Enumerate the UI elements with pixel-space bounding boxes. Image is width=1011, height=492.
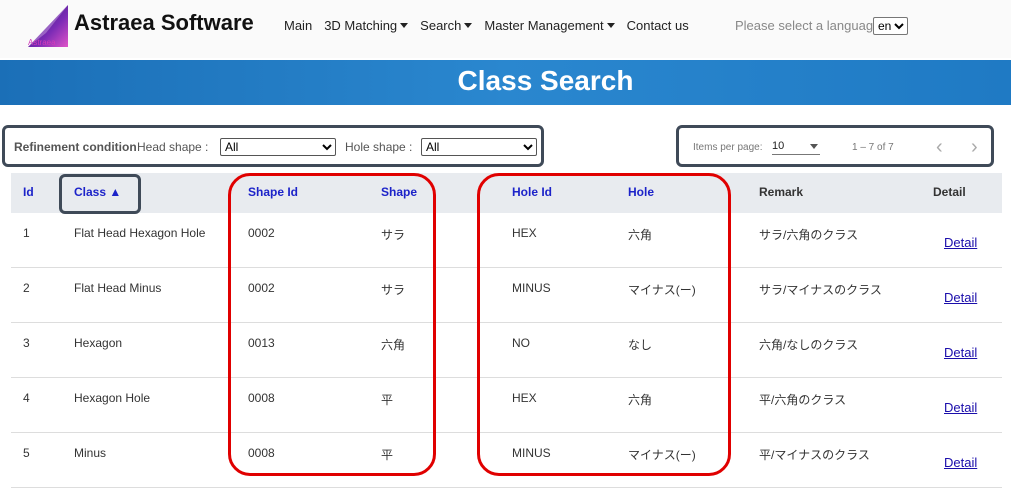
cell-shape-id: 0002 <box>248 226 275 240</box>
column-header-shape[interactable]: Shape <box>381 185 417 199</box>
head-shape-label: Head shape : <box>137 140 209 154</box>
cell-shape-id: 0008 <box>248 446 275 460</box>
cell-shape-id: 0002 <box>248 281 275 295</box>
caret-down-icon <box>400 23 409 28</box>
next-page-button[interactable]: › <box>971 136 978 159</box>
cell-id: 1 <box>23 226 30 240</box>
page-title: Class Search <box>457 65 634 96</box>
cell-shape: サラ <box>381 283 406 297</box>
detail-link[interactable]: Detail <box>944 235 977 250</box>
caret-down-icon[interactable] <box>810 144 818 149</box>
previous-page-button[interactable]: ‹ <box>936 136 943 159</box>
column-header-hole-id[interactable]: Hole Id <box>512 185 552 199</box>
nav-item-search[interactable]: Search <box>420 18 473 33</box>
main-nav: Main 3D Matching Search Master Managemen… <box>284 18 689 33</box>
cell-shape-id: 0008 <box>248 391 275 405</box>
table-row: 3 Hexagon 0013 六角 NO なし 六角/なしのクラス Detail <box>11 323 1002 378</box>
table-row: 2 Flat Head Minus 0002 サラ MINUS マイナス(ー) … <box>11 268 1002 323</box>
caret-down-icon <box>464 23 473 28</box>
column-header-id[interactable]: Id <box>23 185 34 199</box>
cell-class: Hexagon <box>74 336 123 350</box>
cell-remark: 平/マイナスのクラス <box>759 448 870 462</box>
cell-hole-id: NO <box>512 336 530 350</box>
cell-remark: 六角/なしのクラス <box>759 338 859 352</box>
cell-hole-id: MINUS <box>512 281 551 295</box>
paginator: Items per page: 10 1 – 7 of 7 ‹ › <box>676 125 994 167</box>
detail-link[interactable]: Detail <box>944 455 977 470</box>
language-select[interactable]: en <box>873 17 908 35</box>
cell-shape: サラ <box>381 228 406 242</box>
cell-id: 3 <box>23 336 30 350</box>
detail-link[interactable]: Detail <box>944 400 977 415</box>
cell-hole: マイナス(ー) <box>628 448 696 462</box>
column-header-shape-id[interactable]: Shape Id <box>248 185 298 199</box>
nav-item-master-management[interactable]: Master Management <box>484 18 615 33</box>
cell-hole: マイナス(ー) <box>628 283 696 297</box>
caret-down-icon <box>606 23 615 28</box>
head-shape-select[interactable]: All <box>220 138 336 156</box>
cell-remark: 平/六角のクラス <box>759 393 847 407</box>
cell-remark: サラ/マイナスのクラス <box>759 283 882 297</box>
cell-hole-id: MINUS <box>512 446 551 460</box>
cell-hole-id: HEX <box>512 391 537 405</box>
column-header-detail: Detail <box>933 185 966 199</box>
cell-id: 2 <box>23 281 30 295</box>
cell-shape: 平 <box>381 448 394 462</box>
table-header: Id Class ▲ Shape Id Shape Hole Id Hole R… <box>11 173 1002 213</box>
column-header-class[interactable]: Class ▲ <box>74 185 121 199</box>
cell-id: 4 <box>23 391 30 405</box>
cell-hole: 六角 <box>628 228 653 242</box>
column-header-remark: Remark <box>759 185 804 199</box>
refinement-title: Refinement condition <box>14 140 137 154</box>
language-prompt: Please select a language. <box>735 18 884 33</box>
cell-hole-id: HEX <box>512 226 537 240</box>
navbar: Astraea Astraea Software Main 3D Matchin… <box>0 0 1011 58</box>
logo-text: Astraea <box>28 38 56 47</box>
table-row: 4 Hexagon Hole 0008 平 HEX 六角 平/六角のクラス De… <box>11 378 1002 433</box>
detail-link[interactable]: Detail <box>944 345 977 360</box>
cell-shape-id: 0013 <box>248 336 275 350</box>
cell-class: Minus <box>74 446 107 460</box>
cell-hole: 六角 <box>628 393 653 407</box>
page-banner: Class Search <box>0 60 1011 105</box>
nav-item-3d-matching[interactable]: 3D Matching <box>324 18 409 33</box>
cell-shape: 六角 <box>381 338 406 352</box>
column-header-hole[interactable]: Hole <box>628 185 654 199</box>
table-row: 1 Flat Head Hexagon Hole 0002 サラ HEX 六角 … <box>11 213 1002 268</box>
hole-shape-select[interactable]: All <box>421 138 537 156</box>
page-range: 1 – 7 of 7 <box>852 142 894 153</box>
cell-shape: 平 <box>381 393 394 407</box>
cell-class: Flat Head Minus <box>74 281 162 295</box>
refinement-condition-panel: Refinement condition Head shape : All Ho… <box>2 125 544 167</box>
items-per-page-label: Items per page: <box>693 142 763 153</box>
detail-link[interactable]: Detail <box>944 290 977 305</box>
nav-item-contact-us[interactable]: Contact us <box>627 18 689 33</box>
astraea-logo-icon[interactable]: Astraea <box>26 3 70 49</box>
cell-class: Flat Head Hexagon Hole <box>74 226 206 240</box>
cell-class: Hexagon Hole <box>74 391 151 405</box>
table-row: 5 Minus 0008 平 MINUS マイナス(ー) 平/マイナスのクラス … <box>11 433 1002 488</box>
hole-shape-label: Hole shape : <box>345 140 413 154</box>
cell-id: 5 <box>23 446 30 460</box>
cell-remark: サラ/六角のクラス <box>759 228 859 242</box>
cell-hole: なし <box>628 338 653 352</box>
nav-item-main[interactable]: Main <box>284 18 312 33</box>
brand-name[interactable]: Astraea Software <box>74 10 254 36</box>
